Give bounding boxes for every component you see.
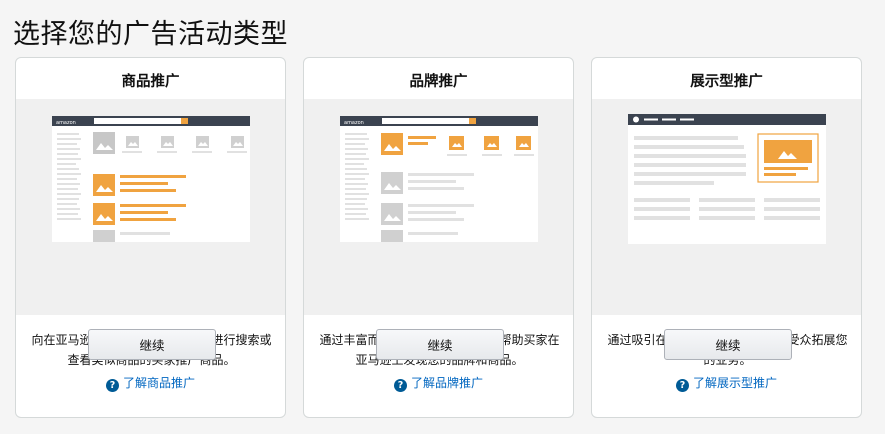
card-title: 展示型推广: [690, 74, 763, 90]
help-icon: ?: [675, 379, 689, 392]
continue-button[interactable]: 继续: [376, 329, 504, 360]
learn-more-link[interactable]: ? 了解商品推广: [16, 374, 285, 392]
card-sponsored-products: 商品推广 amazon 向在亚马逊上积极 词进行搜索或查看类似商品的买家推广商品…: [15, 57, 286, 418]
mock-logo: amazon: [344, 120, 364, 126]
card-title: 品牌推广: [409, 74, 468, 90]
help-icon: ?: [393, 379, 407, 392]
card-sponsored-display: 展示型推广 通过吸引在亚 的相关受众拓展您的业务。 继续 ? 了解展示型推广: [591, 57, 862, 418]
learn-more-label: 了解品牌推广: [410, 376, 483, 390]
learn-more-link[interactable]: ? 了解展示型推广: [592, 374, 861, 392]
page-title: 选择您的广告活动类型: [13, 19, 288, 50]
continue-button[interactable]: 继续: [664, 329, 792, 360]
card-title: 商品推广: [121, 74, 180, 90]
mock-logo: amazon: [56, 120, 76, 126]
help-icon: ?: [105, 379, 119, 392]
learn-more-label: 了解商品推广: [122, 376, 195, 390]
sponsored-products-preview: amazon: [16, 99, 285, 315]
learn-more-label: 了解展示型推广: [692, 376, 777, 390]
card-sponsored-brands: 品牌推广 amazon 通过丰富而富有吸 材帮助买家在亚马逊上发现您的品牌和商品…: [303, 57, 574, 418]
continue-button[interactable]: 继续: [88, 329, 216, 360]
sponsored-brands-preview: amazon: [304, 99, 573, 315]
learn-more-link[interactable]: ? 了解品牌推广: [304, 374, 573, 392]
sponsored-display-preview: [592, 99, 861, 315]
